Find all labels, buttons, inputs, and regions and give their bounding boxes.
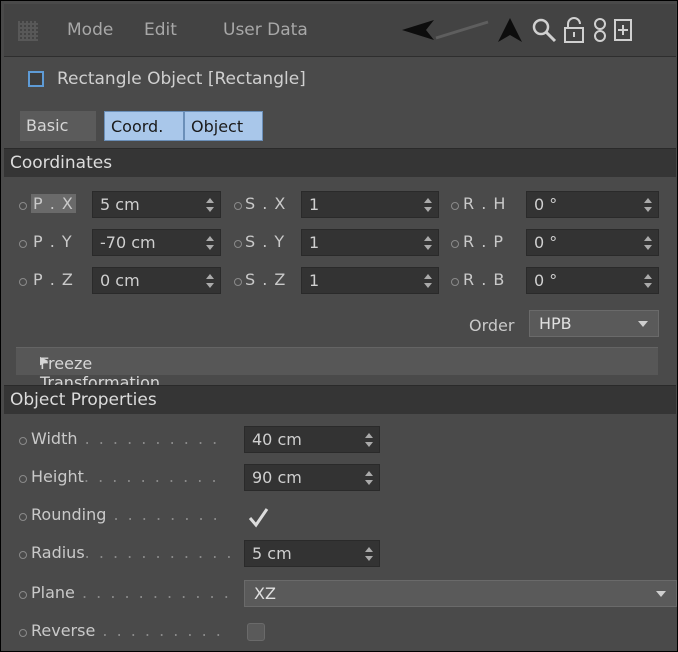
- menu-mode[interactable]: Mode: [67, 20, 113, 40]
- animate-dot-icon[interactable]: [19, 437, 27, 445]
- stepper-arrows-icon[interactable]: [365, 470, 373, 486]
- label-width: Width . . . . . . . . . .: [31, 429, 220, 448]
- field-radius[interactable]: 5 cm: [244, 540, 380, 567]
- back-arrow-icon[interactable]: [396, 16, 496, 44]
- animate-dot-icon[interactable]: [451, 240, 459, 248]
- stepper-arrows-icon[interactable]: [424, 235, 432, 251]
- label-rounding: Rounding . . . . . . . .: [31, 505, 220, 524]
- field-rot-b[interactable]: 0 °: [526, 267, 659, 294]
- link-icon[interactable]: [591, 16, 609, 44]
- label-scale-x: S . X: [245, 194, 287, 213]
- label-scale-y: S . Y: [245, 232, 286, 251]
- stepper-arrows-icon[interactable]: [365, 546, 373, 562]
- object-header: Rectangle Object [Rectangle]: [4, 57, 676, 103]
- animate-dot-icon[interactable]: [234, 202, 242, 210]
- label-pos-x: P . X: [31, 194, 76, 213]
- checkmark-icon: [248, 508, 269, 528]
- animate-dot-icon[interactable]: [19, 475, 27, 483]
- order-dropdown[interactable]: HPB: [529, 310, 659, 337]
- label-radius: Radius. . . . . . . . . . .: [31, 543, 234, 562]
- field-scale-x[interactable]: 1: [301, 191, 439, 218]
- animate-dot-icon[interactable]: [19, 629, 27, 637]
- animate-dot-icon[interactable]: [234, 240, 242, 248]
- animate-dot-icon[interactable]: [19, 551, 27, 559]
- object-type-icon: [28, 71, 44, 87]
- field-height[interactable]: 90 cm: [244, 464, 380, 491]
- label-rot-p: R . P: [463, 232, 505, 251]
- animate-dot-icon[interactable]: [19, 202, 27, 210]
- stepper-arrows-icon[interactable]: [424, 197, 432, 213]
- chevron-down-icon: [656, 591, 666, 597]
- stepper-arrows-icon[interactable]: [206, 235, 214, 251]
- tab-basic[interactable]: Basic: [20, 111, 96, 141]
- stepper-arrows-icon[interactable]: [424, 273, 432, 289]
- section-coordinates[interactable]: Coordinates: [4, 148, 676, 177]
- chevron-down-icon: [638, 321, 648, 327]
- field-rot-h[interactable]: 0 °: [526, 191, 659, 218]
- section-object-properties-title: Object Properties: [10, 390, 157, 410]
- section-object-properties[interactable]: Object Properties: [4, 385, 676, 414]
- field-width[interactable]: 40 cm: [244, 426, 380, 453]
- stepper-arrows-icon[interactable]: [644, 197, 652, 213]
- label-rot-h: R . H: [463, 194, 507, 213]
- field-scale-z[interactable]: 1: [301, 267, 439, 294]
- label-height: Height. . . . . . . . . .: [31, 467, 219, 486]
- label-scale-z: S . Z: [245, 270, 287, 289]
- label-pos-y: P . Y: [33, 232, 73, 251]
- animate-dot-icon[interactable]: [19, 240, 27, 248]
- rounding-checkbox[interactable]: [247, 506, 269, 528]
- stepper-arrows-icon[interactable]: [644, 273, 652, 289]
- lock-icon[interactable]: [561, 16, 587, 44]
- tab-object[interactable]: Object: [184, 111, 263, 141]
- stepper-arrows-icon[interactable]: [644, 235, 652, 251]
- up-arrow-icon[interactable]: [496, 16, 524, 44]
- order-label: Order: [469, 316, 515, 335]
- search-icon[interactable]: [530, 16, 558, 44]
- animate-dot-icon[interactable]: [19, 513, 27, 521]
- object-title: Rectangle Object [Rectangle]: [57, 69, 306, 89]
- grip-handle-icon[interactable]: [18, 21, 38, 41]
- label-reverse: Reverse . . . . . . . . .: [31, 621, 223, 640]
- animate-dot-icon[interactable]: [451, 278, 459, 286]
- new-window-icon[interactable]: [613, 16, 633, 44]
- stepper-arrows-icon[interactable]: [206, 197, 214, 213]
- stepper-arrows-icon[interactable]: [206, 273, 214, 289]
- menu-user-data[interactable]: User Data: [223, 20, 308, 40]
- animate-dot-icon[interactable]: [19, 591, 27, 599]
- reverse-checkbox[interactable]: [247, 623, 265, 641]
- field-rot-p[interactable]: 0 °: [526, 229, 659, 256]
- animate-dot-icon[interactable]: [234, 278, 242, 286]
- stepper-arrows-icon[interactable]: [365, 432, 373, 448]
- label-rot-b: R . B: [463, 270, 506, 289]
- animate-dot-icon[interactable]: [19, 278, 27, 286]
- animate-dot-icon[interactable]: [451, 202, 459, 210]
- plane-dropdown[interactable]: XZ: [244, 580, 677, 607]
- field-pos-x[interactable]: 5 cm: [92, 191, 221, 218]
- field-pos-z[interactable]: 0 cm: [92, 267, 221, 294]
- menu-edit[interactable]: Edit: [144, 20, 177, 40]
- tab-coord[interactable]: Coord.: [104, 111, 184, 141]
- freeze-transformation-group[interactable]: ▶ Freeze Transformation: [16, 347, 658, 392]
- field-scale-y[interactable]: 1: [301, 229, 439, 256]
- menu-bar: Mode Edit User Data: [4, 4, 676, 57]
- attribute-manager: Mode Edit User Data Rectangle Object [Re…: [0, 0, 678, 652]
- label-pos-z: P . Z: [33, 270, 74, 289]
- field-pos-y[interactable]: -70 cm: [92, 229, 221, 256]
- section-coordinates-title: Coordinates: [10, 153, 113, 173]
- label-plane: Plane . . . . . . . . . . .: [31, 583, 231, 602]
